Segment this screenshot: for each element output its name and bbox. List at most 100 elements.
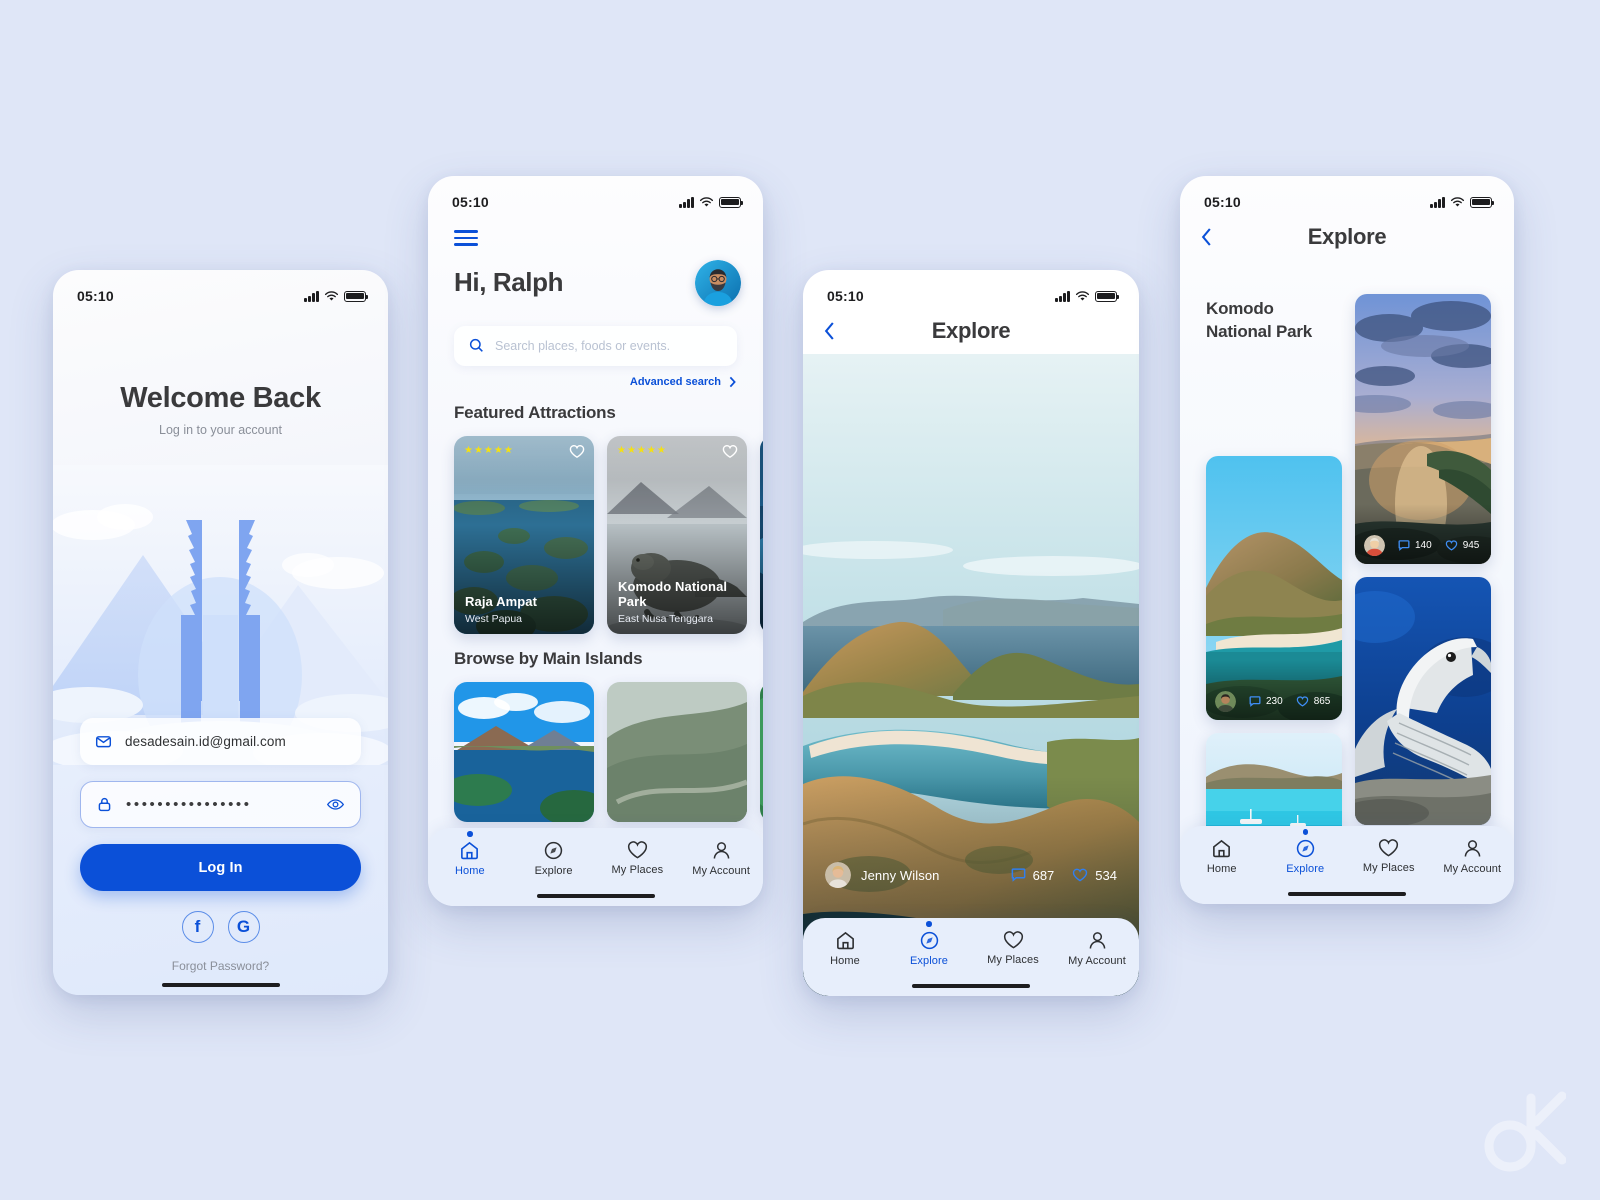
tab-label: Explore: [534, 865, 573, 877]
rating-stars: ★★★★★: [464, 444, 514, 456]
tab-my-account[interactable]: My Account: [1055, 930, 1139, 967]
search-input[interactable]: Search places, foods or events.: [454, 325, 737, 366]
home-icon: [836, 931, 854, 950]
comment-icon: [1398, 540, 1410, 551]
phone-screen-explore-grid: 05:10 Explore Komodo National Park 230 8…: [1180, 176, 1514, 904]
comment-stat[interactable]: 230: [1249, 696, 1283, 707]
tab-label: My Account: [1443, 863, 1502, 875]
wifi-icon: [324, 290, 339, 301]
like-stat[interactable]: 865: [1296, 696, 1330, 707]
island-card[interactable]: [760, 681, 763, 822]
comment-stat[interactable]: 687: [1011, 867, 1055, 883]
photo-card[interactable]: [1355, 577, 1491, 825]
page-title: Explore: [931, 318, 1011, 343]
author-avatar[interactable]: [825, 862, 851, 888]
tab-explore[interactable]: Explore: [1264, 829, 1348, 875]
tab-explore[interactable]: Explore: [887, 921, 971, 967]
like-count: 945: [1462, 540, 1480, 551]
heart-icon: [1073, 868, 1088, 882]
tab-label: Explore: [910, 955, 948, 967]
search-icon: [469, 338, 484, 353]
facebook-login-button[interactable]: f: [181, 911, 214, 943]
tab-my-places[interactable]: My Places: [1347, 838, 1431, 874]
tab-my-places[interactable]: My Places: [971, 930, 1055, 966]
photo-card[interactable]: 230 865: [1206, 456, 1342, 720]
author-avatar[interactable]: [1215, 691, 1236, 712]
tab-home[interactable]: Home: [803, 930, 887, 967]
hamburger-menu-icon[interactable]: [454, 230, 478, 246]
person-icon: [1089, 932, 1105, 949]
attraction-card[interactable]: [760, 435, 763, 634]
back-button[interactable]: [823, 316, 849, 346]
forgot-password-link[interactable]: Forgot Password?: [80, 959, 361, 973]
password-field[interactable]: ••••••••••••••••: [80, 781, 361, 828]
social-login-row: f G: [80, 911, 361, 943]
home-indicator: [1288, 891, 1406, 896]
status-time: 05:10: [1204, 194, 1241, 210]
compass-icon: [1296, 839, 1314, 858]
signal-bars-icon: [1055, 290, 1070, 302]
photo-card[interactable]: 140 945: [1355, 294, 1491, 564]
home-indicator: [161, 982, 280, 987]
eye-icon[interactable]: [326, 795, 345, 814]
advanced-search-label: Advanced search: [629, 375, 721, 388]
tab-label: My Places: [1362, 862, 1415, 874]
tab-label: My Account: [1068, 955, 1126, 967]
comment-icon: [1249, 696, 1261, 707]
attraction-card[interactable]: ★★★★★ Komodo National Park East Nusa Ten…: [607, 435, 747, 634]
status-time: 05:10: [452, 194, 489, 210]
login-button[interactable]: Log In: [80, 844, 361, 891]
comment-count: 687: [1032, 867, 1055, 883]
password-value: ••••••••••••••••: [126, 796, 252, 813]
section-title-featured: Featured Attractions: [454, 402, 616, 422]
email-field[interactable]: desadesain.id@gmail.com: [80, 718, 361, 765]
masonry-column-right: 140 945: [1355, 294, 1491, 904]
author-avatar[interactable]: [1364, 535, 1385, 556]
battery-full-icon: [344, 290, 369, 302]
login-form: desadesain.id@gmail.com ••••••••••••••••…: [80, 718, 361, 973]
tab-label: My Places: [611, 864, 664, 876]
user-avatar[interactable]: [695, 259, 741, 306]
search-placeholder: Search places, foods or events.: [495, 338, 671, 353]
tab-home[interactable]: Home: [428, 831, 512, 877]
tab-my-account[interactable]: My Account: [679, 840, 763, 877]
tab-home[interactable]: Home: [1180, 838, 1264, 875]
battery-full-icon: [719, 196, 744, 208]
greeting-row: Hi, Ralph: [428, 246, 763, 306]
status-time: 05:10: [77, 288, 114, 304]
status-bar: 05:10: [428, 176, 763, 216]
rating-stars: ★★★★★: [617, 444, 667, 456]
chevron-right-icon: [729, 376, 736, 387]
tab-label: Home: [455, 865, 485, 877]
island-card[interactable]: [454, 681, 594, 822]
like-stat[interactable]: 945: [1445, 540, 1480, 551]
signal-bars-icon: [679, 196, 694, 208]
google-login-button[interactable]: G: [227, 911, 260, 943]
tab-my-places[interactable]: My Places: [596, 840, 680, 876]
advanced-search-link[interactable]: Advanced search: [428, 376, 737, 388]
tab-my-account[interactable]: My Account: [1431, 838, 1515, 875]
battery-full-icon: [1470, 196, 1495, 208]
status-bar: 05:10: [803, 270, 1139, 310]
home-icon: [461, 841, 479, 860]
attraction-location: East Nusa Tenggara: [618, 612, 713, 625]
back-button[interactable]: [1200, 222, 1226, 252]
lock-icon: [96, 796, 113, 813]
islands-list: [428, 669, 763, 822]
tab-explore[interactable]: Explore: [512, 840, 596, 877]
heart-outline-icon[interactable]: [569, 444, 585, 464]
chevron-left-icon: [1201, 228, 1211, 246]
phone-screen-explore-photo: 05:10 Explore Jenny Wilson 687 534 Home …: [803, 270, 1139, 996]
heart-icon: [1296, 696, 1308, 707]
attraction-card[interactable]: ★★★★★ Raja Ampat West Papua: [454, 435, 594, 634]
island-card[interactable]: [607, 681, 747, 822]
heart-outline-icon[interactable]: [722, 444, 738, 464]
attraction-name: Raja Ampat: [465, 593, 538, 609]
padar-island-photo[interactable]: [803, 354, 1139, 996]
compass-icon: [920, 931, 938, 950]
home-indicator: [912, 983, 1030, 988]
home-icon: [1213, 839, 1231, 858]
like-stat[interactable]: 534: [1072, 868, 1117, 883]
comment-stat[interactable]: 140: [1398, 540, 1432, 551]
heart-icon: [1445, 540, 1457, 551]
